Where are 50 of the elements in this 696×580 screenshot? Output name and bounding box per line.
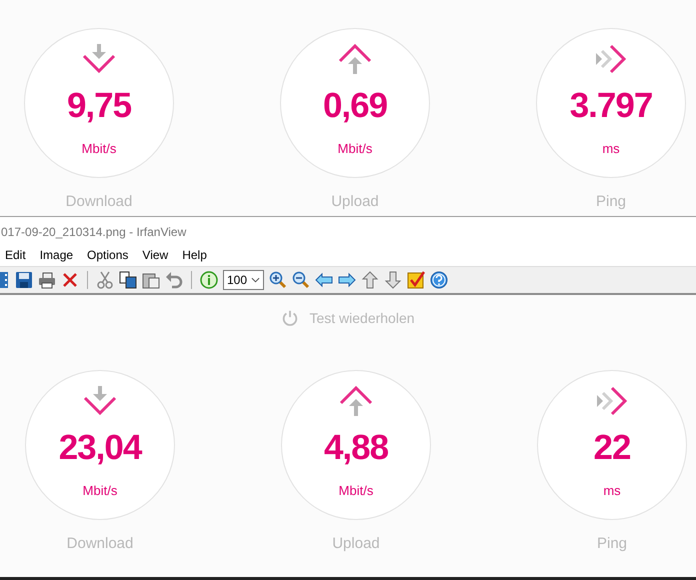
unit-label: ms	[603, 483, 621, 498]
menu-item[interactable]: Edit	[5, 248, 26, 262]
speed-value: 4,88	[324, 430, 388, 465]
speed-value: 0,69	[322, 88, 388, 123]
menu-item[interactable]: Image	[40, 248, 74, 262]
unit-label: Mbit/s	[82, 483, 118, 498]
delete-icon[interactable]	[61, 271, 79, 289]
zoom-out-icon[interactable]	[292, 271, 310, 289]
ping-chevron-icon	[595, 386, 629, 416]
unit-label: ms	[602, 141, 620, 156]
window-title: 017-09-20_210314.png - IrfanView	[1, 224, 186, 238]
save-icon[interactable]	[15, 271, 33, 289]
menu-item[interactable]: View	[142, 248, 168, 262]
checkmark-icon[interactable]	[407, 271, 426, 289]
metric-label: Download	[66, 535, 134, 552]
upload-arrow-icon	[339, 386, 373, 416]
upload-arrow-icon	[338, 44, 372, 74]
metric-label: Ping	[596, 535, 628, 552]
printer-icon[interactable]	[38, 271, 56, 289]
speed-value: 23,04	[58, 430, 142, 465]
down-arrow-icon[interactable]	[384, 271, 402, 289]
speed-value: 3.797	[570, 88, 652, 123]
left-arrow-icon[interactable]	[315, 271, 334, 289]
metric-label: Download	[66, 193, 132, 210]
speed-value: 22	[594, 430, 630, 465]
unit-label: Mbit/s	[338, 483, 374, 498]
scissors-icon[interactable]	[96, 271, 114, 289]
copy-icon[interactable]	[119, 271, 137, 289]
caret-icon	[251, 277, 260, 283]
menu-item[interactable]: Help	[182, 248, 207, 262]
up-arrow-icon[interactable]	[361, 271, 380, 289]
download-arrow-icon	[82, 44, 116, 74]
download-arrow-icon	[83, 386, 117, 416]
help-icon[interactable]	[430, 271, 448, 289]
metric-label: Upload	[331, 193, 379, 210]
power-icon	[281, 309, 300, 327]
zoom-in-icon[interactable]	[269, 271, 288, 289]
metric-label: Ping	[596, 193, 626, 210]
info-icon[interactable]	[200, 271, 218, 289]
metric-label: Upload	[332, 535, 380, 552]
ping-chevron-icon	[594, 44, 628, 74]
film-strip-icon[interactable]	[0, 271, 8, 289]
speed-value: 9,75	[66, 88, 132, 123]
zoom-dropdown[interactable]: 100	[223, 270, 264, 290]
unit-label: Mbit/s	[338, 141, 372, 156]
undo-icon[interactable]	[165, 271, 183, 289]
menu-item[interactable]: Options	[87, 248, 128, 262]
right-arrow-icon[interactable]	[338, 271, 356, 289]
paste-icon[interactable]	[142, 271, 160, 289]
unit-label: Mbit/s	[82, 141, 116, 156]
